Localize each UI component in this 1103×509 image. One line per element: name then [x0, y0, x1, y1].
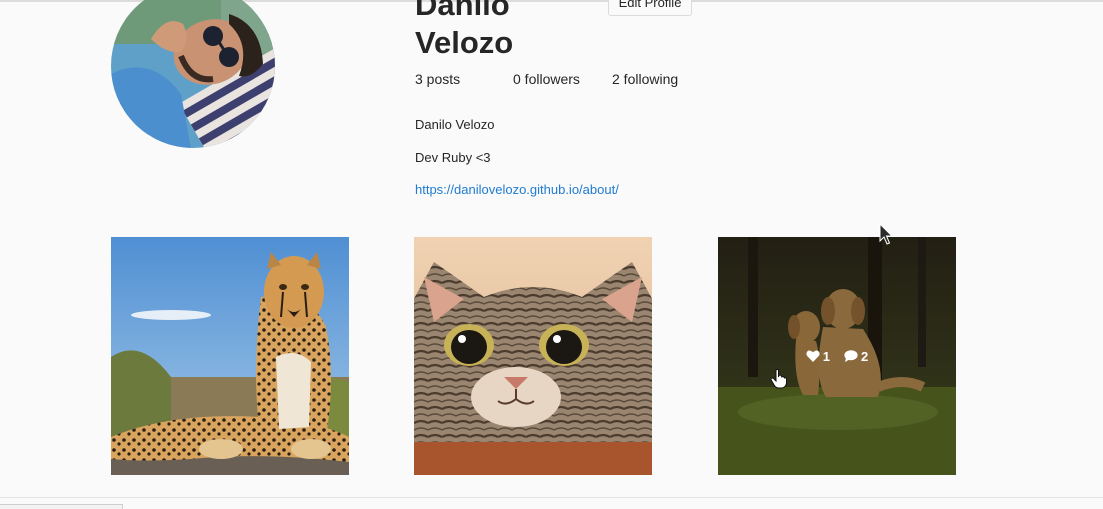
- bottom-tab: [0, 504, 123, 509]
- bottom-divider: [0, 497, 1103, 498]
- profile-page: Danilo Velozo Edit Profile 3 posts 0 fol…: [0, 0, 1103, 509]
- comments-count: 2: [844, 349, 868, 364]
- following-link[interactable]: 2 following: [612, 71, 678, 87]
- profile-avatar[interactable]: [111, 0, 275, 148]
- post-thumbnail-dogs[interactable]: 1 2: [718, 237, 956, 475]
- profile-website: https://danilovelozo.github.io/about/: [415, 182, 619, 197]
- hand-cursor-icon: [770, 369, 787, 389]
- arrow-cursor-icon: [879, 223, 893, 245]
- profile-full-name: Danilo Velozo: [415, 117, 495, 132]
- heart-icon: [806, 350, 820, 362]
- post-thumbnail-cat[interactable]: [414, 237, 652, 475]
- profile-bio: Dev Ruby <3: [415, 150, 491, 165]
- post-thumbnail-cheetah[interactable]: [111, 237, 349, 475]
- likes-count: 1: [806, 349, 830, 364]
- followers-link[interactable]: 0 followers: [513, 71, 580, 87]
- username-line-2: Velozo: [415, 25, 514, 60]
- avatar-photo: [111, 0, 275, 148]
- likes-value: 1: [822, 348, 830, 364]
- cheetah-photo: [111, 237, 349, 475]
- cat-photo: [414, 237, 652, 475]
- comments-value: 2: [861, 348, 869, 364]
- username-line-1: Danilo: [415, 0, 510, 22]
- post-hover-overlay: 1 2: [718, 237, 956, 475]
- website-link[interactable]: https://danilovelozo.github.io/about/: [415, 182, 619, 197]
- profile-username: Danilo Velozo: [415, 0, 605, 62]
- edit-profile-button[interactable]: Edit Profile: [608, 0, 692, 16]
- posts-count: 3 posts: [415, 71, 461, 87]
- comment-icon: [844, 350, 858, 362]
